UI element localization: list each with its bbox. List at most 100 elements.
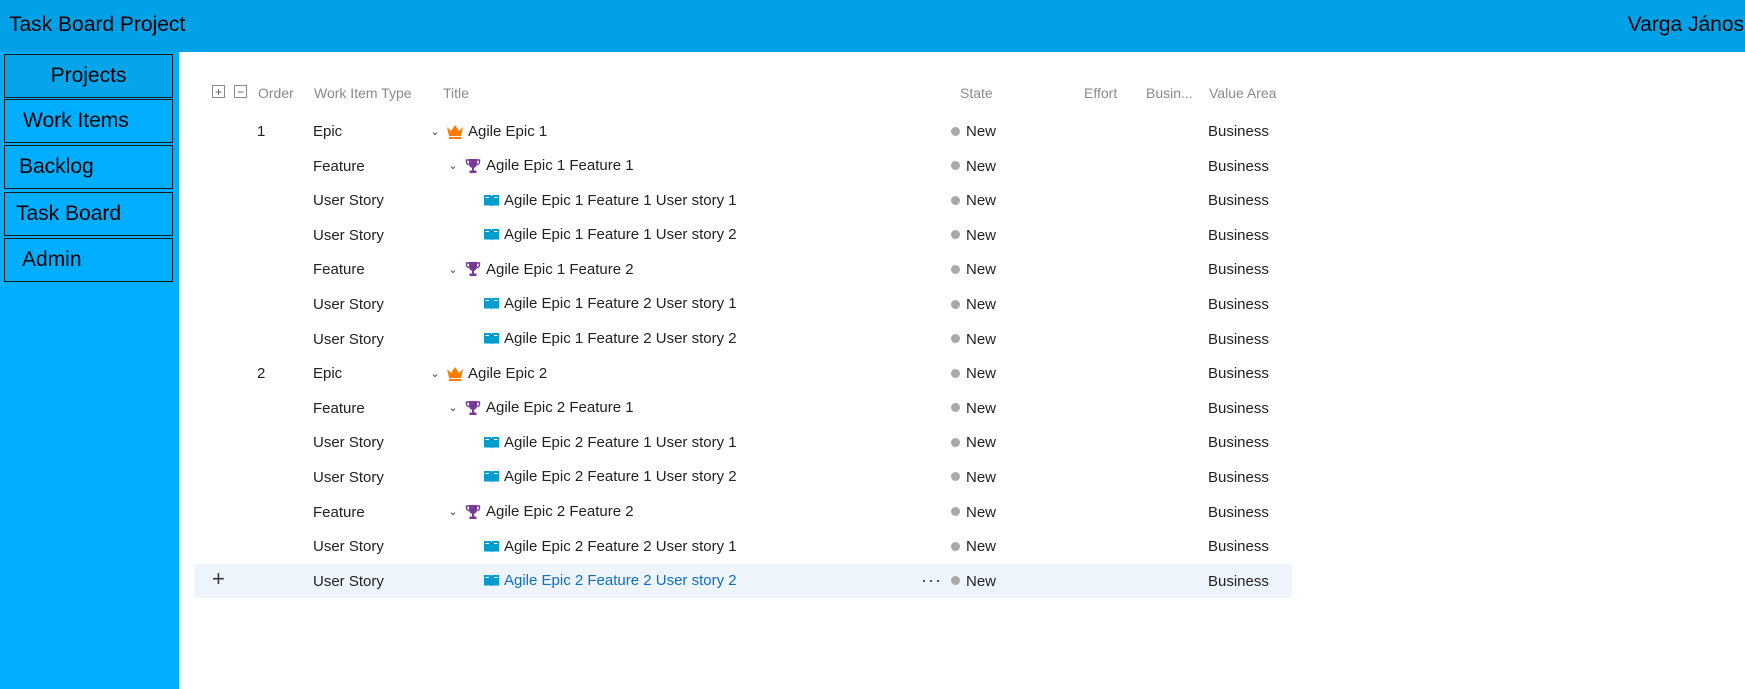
chevron-down-icon[interactable]: ⌄ xyxy=(428,125,442,138)
nav-admin-button[interactable]: Admin xyxy=(4,238,173,282)
work-item-type-cell: Feature xyxy=(313,399,365,417)
trophy-icon xyxy=(464,260,482,278)
table-row[interactable]: User Story Agile Epic 2 Feature 1 User st… xyxy=(194,460,1292,495)
state-value: New xyxy=(966,538,997,556)
work-item-type-cell: User Story xyxy=(313,434,384,452)
add-item-icon[interactable]: + xyxy=(212,567,225,590)
work-item-title-link[interactable]: Agile Epic 2 Feature 1 User story 2 xyxy=(504,468,737,485)
work-item-title-link[interactable]: Agile Epic 2 Feature 2 User story 1 xyxy=(504,538,737,555)
grid-header: + − Order Work Item Type Title State Eff… xyxy=(194,76,1292,114)
state-dot-icon xyxy=(951,368,960,378)
backlog-grid: + − Order Work Item Type Title State Eff… xyxy=(194,76,1292,599)
value-area-cell: Business xyxy=(1208,226,1269,244)
nav-backlog-button[interactable]: Backlog xyxy=(4,145,173,189)
work-item-title-link[interactable]: Agile Epic 2 xyxy=(468,365,547,382)
user-name[interactable]: Varga János xyxy=(1628,13,1744,37)
trophy-icon xyxy=(464,157,482,175)
value-area-cell: Business xyxy=(1208,295,1269,313)
table-row[interactable]: User Story Agile Epic 1 Feature 1 User st… xyxy=(194,218,1292,253)
state-dot-icon xyxy=(951,403,960,413)
work-item-title-link[interactable]: Agile Epic 1 Feature 1 xyxy=(486,157,634,174)
state-dot-icon xyxy=(951,230,960,240)
chevron-down-icon[interactable]: ⌄ xyxy=(446,263,460,276)
state-value: New xyxy=(966,399,997,417)
trophy-icon xyxy=(464,503,482,521)
work-item-title-link[interactable]: Agile Epic 1 Feature 2 User story 2 xyxy=(504,330,737,347)
work-item-title-link[interactable]: Agile Epic 2 Feature 1 xyxy=(486,399,634,416)
column-header-effort[interactable]: Effort xyxy=(1084,85,1117,101)
column-header-order[interactable]: Order xyxy=(258,85,294,101)
nav-work-items-button[interactable]: Work Items xyxy=(4,99,173,143)
state-value: New xyxy=(966,572,997,590)
expand-all-icon[interactable]: + xyxy=(212,85,225,98)
value-area-cell: Business xyxy=(1208,399,1269,417)
work-item-title-link[interactable]: Agile Epic 2 Feature 2 User story 2 xyxy=(504,572,737,589)
work-item-type-cell: Feature xyxy=(313,157,365,175)
more-actions-icon[interactable]: ··· xyxy=(921,570,942,591)
column-header-state[interactable]: State xyxy=(960,85,993,101)
column-header-work-item-type[interactable]: Work Item Type xyxy=(314,85,412,101)
chevron-down-icon[interactable]: ⌄ xyxy=(428,367,442,380)
top-bar: Task Board Project Varga János xyxy=(0,0,1745,52)
main-content: + − Order Work Item Type Title State Eff… xyxy=(179,52,1745,689)
work-item-title-link[interactable]: Agile Epic 2 Feature 1 User story 1 xyxy=(504,434,737,451)
work-item-title-link[interactable]: Agile Epic 1 Feature 1 User story 2 xyxy=(504,226,737,243)
table-row[interactable]: Feature ⌄ Agile Epic 2 Feature 2 New Busines… xyxy=(194,495,1292,530)
column-header-title[interactable]: Title xyxy=(443,85,469,101)
value-area-cell: Business xyxy=(1208,503,1269,521)
chevron-down-icon[interactable]: ⌄ xyxy=(446,401,460,414)
nav-label: Admin xyxy=(22,248,82,271)
column-header-value-area[interactable]: Value Area xyxy=(1209,85,1276,101)
work-item-type-cell: Epic xyxy=(313,365,343,383)
value-area-cell: Business xyxy=(1208,192,1269,210)
work-item-title-link[interactable]: Agile Epic 1 Feature 2 xyxy=(486,261,634,278)
work-item-type-cell: Epic xyxy=(313,123,343,140)
work-item-type-cell: User Story xyxy=(313,538,384,556)
state-value: New xyxy=(966,226,997,244)
work-item-title-link[interactable]: Agile Epic 1 Feature 1 User story 1 xyxy=(504,192,737,209)
table-row[interactable]: + User Story Agile Epic 2 Feature 2 User s… xyxy=(194,563,1292,599)
state-dot-icon xyxy=(951,472,960,482)
nav-label: Task Board xyxy=(16,202,122,225)
state-dot-icon xyxy=(951,334,960,344)
value-area-cell: Business xyxy=(1208,365,1269,383)
state-dot-icon xyxy=(951,126,960,136)
app-title: Task Board Project xyxy=(9,13,186,36)
state-value: New xyxy=(966,468,997,486)
table-row[interactable]: User Story Agile Epic 1 Feature 2 User st… xyxy=(194,287,1292,322)
nav-task-board-button[interactable]: Task Board xyxy=(4,192,173,236)
table-row[interactable]: User Story Agile Epic 2 Feature 2 User st… xyxy=(194,529,1292,564)
table-row[interactable]: Feature ⌄ Agile Epic 1 Feature 2 New Busines… xyxy=(194,252,1292,287)
state-dot-icon xyxy=(951,299,960,309)
work-item-type-cell: User Story xyxy=(313,295,384,313)
value-area-cell: Business xyxy=(1208,468,1269,486)
table-row[interactable]: User Story Agile Epic 2 Feature 1 User st… xyxy=(194,425,1292,460)
state-value: New xyxy=(966,330,997,348)
trophy-icon xyxy=(464,399,482,417)
work-item-title-link[interactable]: Agile Epic 1 xyxy=(468,123,547,140)
work-item-title-link[interactable]: Agile Epic 1 Feature 2 User story 1 xyxy=(504,295,737,312)
table-row[interactable]: 1 Epic ⌄ Agile Epic 1 New Business xyxy=(194,114,1292,149)
table-row[interactable]: User Story Agile Epic 1 Feature 1 User st… xyxy=(194,183,1292,218)
column-header-business-value[interactable]: Busin... xyxy=(1146,85,1193,101)
table-row[interactable]: 2 Epic ⌄ Agile Epic 2 New Business xyxy=(194,356,1292,391)
chevron-down-icon[interactable]: ⌄ xyxy=(446,505,460,518)
table-row[interactable]: User Story Agile Epic 1 Feature 2 User st… xyxy=(194,322,1292,357)
table-row[interactable]: Feature ⌄ Agile Epic 1 Feature 1 New Busines… xyxy=(194,149,1292,184)
state-dot-icon xyxy=(951,264,960,274)
table-row[interactable]: Feature ⌄ Agile Epic 2 Feature 1 New Busines… xyxy=(194,391,1292,426)
chevron-down-icon[interactable]: ⌄ xyxy=(446,159,460,172)
work-item-type-cell: User Story xyxy=(313,330,384,348)
value-area-cell: Business xyxy=(1208,538,1269,556)
collapse-all-icon[interactable]: − xyxy=(234,85,247,98)
value-area-cell: Business xyxy=(1208,434,1269,452)
nav-projects-button[interactable]: Projects xyxy=(4,54,173,98)
work-item-title-link[interactable]: Agile Epic 2 Feature 2 xyxy=(486,503,634,520)
work-item-type-cell: User Story xyxy=(313,468,384,486)
order-cell: 2 xyxy=(257,365,266,383)
state-value: New xyxy=(966,503,997,521)
book-icon xyxy=(482,537,500,555)
value-area-cell: Business xyxy=(1208,123,1269,140)
state-dot-icon xyxy=(951,541,960,551)
book-icon xyxy=(482,433,500,451)
